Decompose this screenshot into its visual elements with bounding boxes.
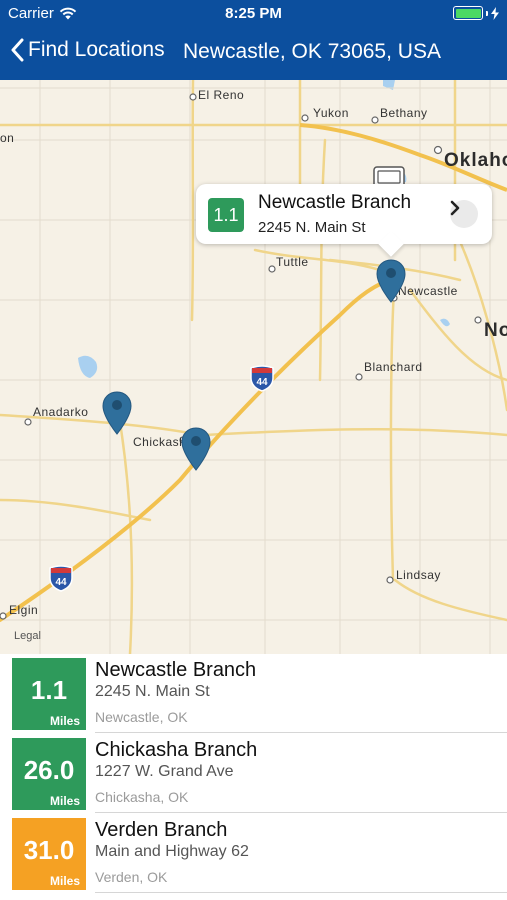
status-bar: Carrier 8:25 PM [0, 0, 507, 28]
map-pin-newcastle[interactable] [375, 258, 407, 304]
distance-value: 26.0 [23, 755, 75, 785]
distance-value: 31.0 [23, 835, 75, 865]
map-label-no: No [484, 320, 507, 341]
distance-badge: 26.0 Miles [12, 738, 86, 810]
branch-name: Newcastle Branch [95, 659, 257, 681]
branch-address: 1227 W. Grand Ave [95, 763, 234, 780]
interstate-shield-icon: 44 [49, 565, 73, 592]
branch-address: 2245 N. Main St [95, 683, 210, 700]
back-button-label: Find Locations [28, 38, 165, 61]
chevron-left-icon [11, 38, 24, 62]
map-label-lindsay: Lindsay [396, 568, 441, 582]
callout-distance-badge: 1.1 [208, 198, 244, 232]
nav-bar: Find Locations Newcastle, OK 73065, USA [0, 28, 507, 80]
row-divider [95, 812, 507, 813]
map-label-bethany: Bethany [380, 106, 428, 120]
distance-value: 1.1 [30, 675, 68, 705]
map-label-elgin: Elgin [9, 603, 39, 617]
shield-number: 44 [256, 377, 268, 388]
chevron-right-icon [450, 200, 460, 216]
map-pin-chickasha[interactable] [180, 426, 212, 472]
distance-unit: Miles [49, 714, 80, 728]
back-button[interactable]: Find Locations [10, 38, 165, 62]
location-list: 1.1 Miles Newcastle Branch 2245 N. Main … [0, 654, 507, 900]
branch-address: Main and Highway 62 [95, 843, 249, 860]
map-label-oklahoma: Oklaho [444, 150, 507, 171]
callout-detail-button[interactable] [450, 200, 478, 228]
shield-number: 44 [55, 577, 67, 588]
charging-bolt-icon [491, 6, 499, 20]
distance-unit: Miles [49, 794, 80, 808]
location-row-verden[interactable]: 31.0 Miles Verden Branch Main and Highwa… [0, 814, 507, 893]
map-view[interactable]: El Reno Yukon Bethany Oklaho on Tuttle N… [0, 80, 507, 654]
interstate-shield-icon: 44 [250, 365, 274, 392]
branch-city: Verden, OK [95, 869, 168, 885]
map-pin-anadarko[interactable] [101, 390, 133, 436]
branch-name: Verden Branch [95, 819, 228, 841]
map-label-tuttle: Tuttle [276, 255, 309, 269]
map-label-el-reno: El Reno [198, 88, 245, 102]
location-row-chickasha[interactable]: 26.0 Miles Chickasha Branch 1227 W. Gran… [0, 734, 507, 813]
row-divider [95, 732, 507, 733]
location-row-newcastle[interactable]: 1.1 Miles Newcastle Branch 2245 N. Main … [0, 654, 507, 733]
branch-city: Chickasha, OK [95, 789, 189, 805]
branch-name: Chickasha Branch [95, 739, 258, 761]
header: Carrier 8:25 PM Find Locations Newcastle… [0, 0, 507, 80]
distance-badge: 1.1 Miles [12, 658, 86, 730]
callout-branch-name: Newcastle Branch [258, 192, 412, 213]
distance-unit: Miles [49, 874, 80, 888]
map-label-blanchard: Blanchard [364, 360, 423, 374]
page-title: Newcastle, OK 73065, USA [183, 40, 441, 63]
distance-badge: 31.0 Miles [12, 818, 86, 890]
row-divider [95, 892, 507, 893]
map-legal-link[interactable]: Legal [14, 630, 41, 642]
branch-city: Newcastle, OK [95, 709, 188, 725]
callout-address: 2245 N. Main St [258, 219, 366, 236]
status-time: 8:25 PM [225, 5, 282, 22]
map-callout[interactable]: 1.1 Newcastle Branch 2245 N. Main St [196, 184, 492, 244]
map-label-anadarko: Anadarko [33, 405, 89, 419]
map-label-yukon: Yukon [313, 106, 349, 120]
map-label-on: on [0, 131, 15, 145]
battery-indicator [453, 6, 499, 20]
battery-icon [453, 6, 483, 20]
